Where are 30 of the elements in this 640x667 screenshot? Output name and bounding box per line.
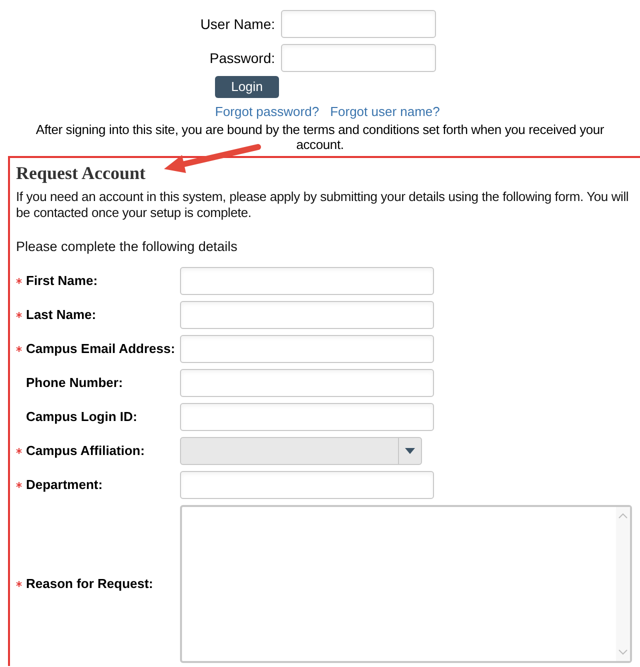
input-field[interactable] — [180, 334, 434, 363]
instruction-text: Please complete the following details — [16, 238, 238, 256]
field-label: Campus Affiliation: — [26, 442, 145, 460]
input-field[interactable] — [281, 10, 436, 38]
text-area[interactable] — [180, 504, 632, 663]
caret-icon — [405, 448, 415, 454]
field-label: Password: — [208, 48, 276, 68]
input-field[interactable] — [180, 368, 434, 397]
field-label: Department: — [26, 476, 103, 494]
link[interactable]: Forgot user name? — [330, 102, 440, 122]
input-field[interactable] — [281, 44, 436, 72]
terms-notice: After signing into this site, you are bound by the terms and conditions set forth when you received your account. — [34, 122, 606, 152]
input-field[interactable] — [180, 402, 434, 431]
section-title: Request Account — [16, 162, 146, 184]
field-label: Reason for Request: — [26, 575, 154, 593]
login-button[interactable]: Login — [215, 76, 279, 98]
field-label: First Name: — [26, 272, 98, 290]
field-label: Phone Number: — [26, 374, 123, 392]
input-field[interactable] — [180, 266, 434, 295]
input-field[interactable] — [180, 470, 434, 499]
field-label: Campus Login ID: — [26, 408, 138, 426]
scroll-up-icon[interactable] — [618, 512, 628, 519]
scroll-down-icon[interactable] — [618, 648, 628, 655]
link[interactable]: Forgot password? — [215, 102, 320, 122]
intro-text: If you need an account in this system, please apply by submitting your details using the following form. You will be contacted once your setup is complete. — [16, 188, 630, 220]
field-label: User Name: — [199, 14, 276, 34]
field-label: Campus Email Address: — [26, 340, 176, 358]
dropdown[interactable] — [180, 436, 422, 465]
input-field[interactable] — [180, 300, 434, 329]
field-label: Last Name: — [26, 306, 96, 324]
